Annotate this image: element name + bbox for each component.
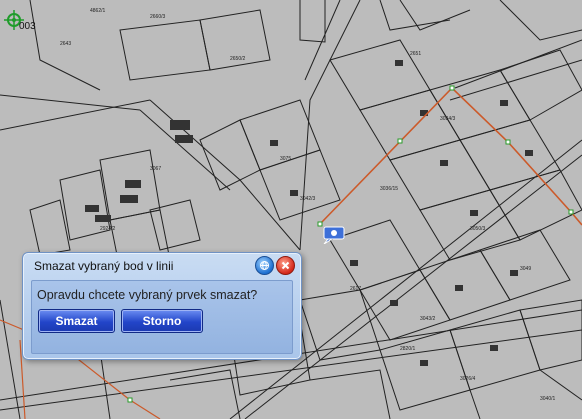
parcel-label: 3036/15 <box>380 186 398 192</box>
help-globe-icon[interactable] <box>255 256 274 275</box>
parcel-label: 3067 <box>150 166 161 172</box>
marker-label: 003 <box>19 21 36 32</box>
parcel-label: 2651 <box>410 51 421 57</box>
delete-button[interactable]: Smazat <box>38 309 115 333</box>
confirmation-question: Opravdu chcete vybraný prvek smazat? <box>37 288 258 302</box>
parcel-label: 3050/3 <box>470 226 486 232</box>
parcel-label: 3026/4 <box>460 376 476 382</box>
parcel-label: 2924/2 <box>100 226 116 232</box>
dialog-title: Smazat vybraný bod v linii <box>34 259 174 273</box>
parcel-label: 3040/1 <box>540 396 556 402</box>
cancel-button[interactable]: Storno <box>121 309 203 333</box>
parcel-label: 2820/1 <box>400 346 416 352</box>
parcel-label: 2660/3 <box>150 14 166 20</box>
parcel-label: 3043/2 <box>420 316 436 322</box>
parcel-label: 3075 <box>280 156 291 162</box>
dialog-body: Opravdu chcete vybraný prvek smazat? Sma… <box>31 280 293 354</box>
delete-point-dialog: Smazat vybraný bod v linii Opravdu chcet… <box>22 252 302 360</box>
parcel-label: 2650/2 <box>230 56 246 62</box>
parcel-label: 3042/3 <box>300 196 316 202</box>
close-icon[interactable] <box>276 256 295 275</box>
parcel-label: 2643 <box>60 41 71 47</box>
parcel-label: 3049 <box>520 266 531 272</box>
comment-bubble-icon[interactable] <box>320 226 346 245</box>
parcel-label: 3034/3 <box>440 116 456 122</box>
parcel-label: 4862/1 <box>90 8 106 14</box>
parcel-label: 2617 <box>350 286 361 292</box>
